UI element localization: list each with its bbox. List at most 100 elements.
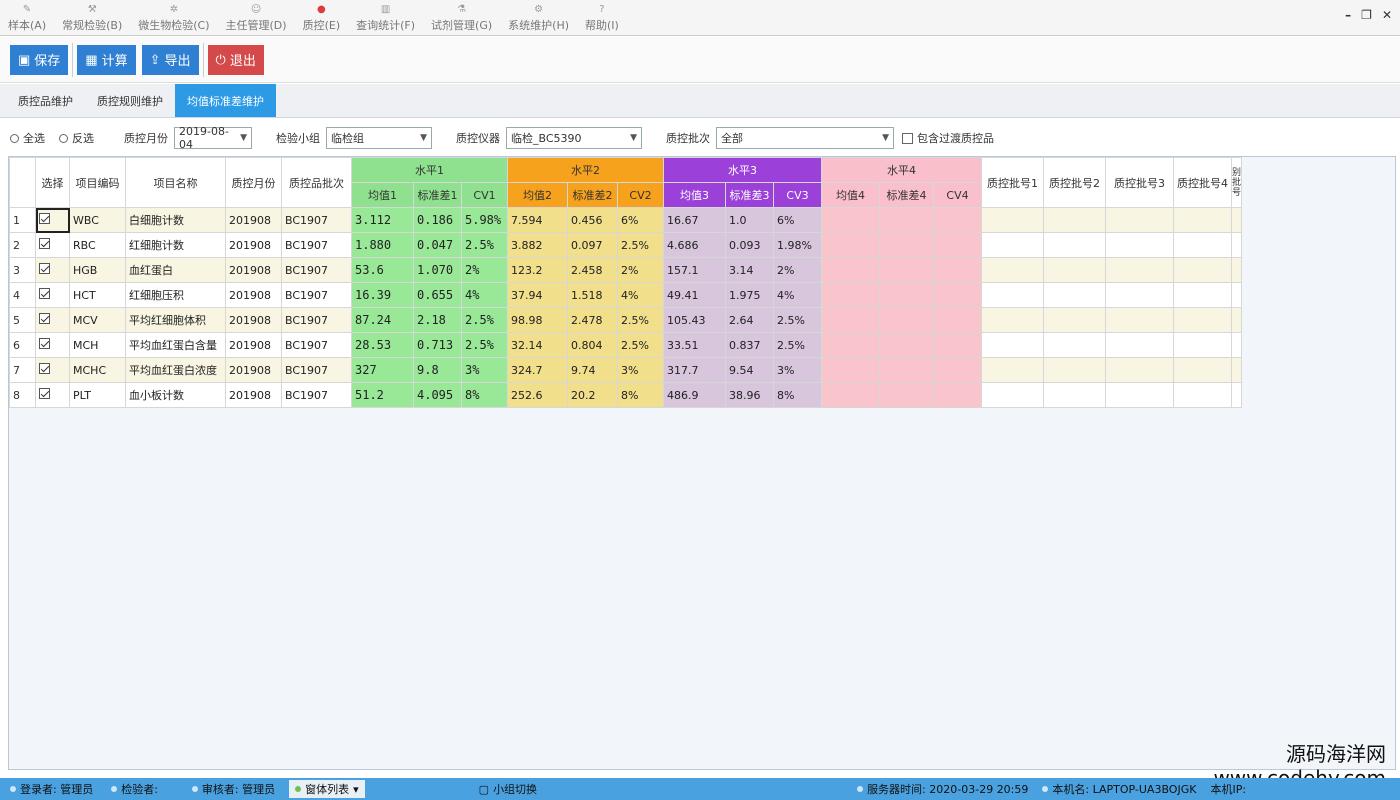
menu-qc[interactable]: ● 质控(E) bbox=[295, 0, 349, 34]
month-cell[interactable]: 201908 bbox=[225, 257, 282, 283]
menu-microbiology[interactable]: ✲ 微生物检验(C) bbox=[130, 0, 217, 34]
sd4-cell[interactable] bbox=[879, 257, 934, 283]
sd1-cell[interactable]: 2.18 bbox=[413, 307, 462, 333]
name-cell[interactable]: 平均红细胞体积 bbox=[125, 307, 226, 333]
lot2-cell[interactable] bbox=[1043, 257, 1106, 283]
mean4-cell[interactable] bbox=[821, 382, 880, 408]
code-cell[interactable]: WBC bbox=[69, 207, 126, 233]
row-checkbox[interactable] bbox=[39, 288, 50, 299]
extra-cell[interactable] bbox=[1230, 307, 1243, 333]
mean3-cell[interactable]: 105.43 bbox=[663, 307, 726, 333]
cv1-cell[interactable]: 2% bbox=[461, 257, 508, 283]
row-number-cell[interactable]: 8 bbox=[9, 382, 36, 408]
export-button[interactable]: ⇪ 导出 bbox=[141, 44, 199, 75]
mean4-cell[interactable] bbox=[821, 282, 880, 308]
code-cell[interactable]: HCT bbox=[69, 282, 126, 308]
mean1-cell[interactable]: 53.6 bbox=[351, 257, 414, 283]
mean1-cell[interactable]: 87.24 bbox=[351, 307, 414, 333]
cv4-cell[interactable] bbox=[933, 357, 982, 383]
mean4-cell[interactable] bbox=[821, 257, 880, 283]
extra-cell[interactable] bbox=[1230, 232, 1243, 258]
mean2-cell[interactable]: 252.6 bbox=[507, 382, 568, 408]
lot3-cell[interactable] bbox=[1105, 257, 1174, 283]
menu-system[interactable]: ⚙ 系统维护(H) bbox=[500, 0, 577, 34]
lot2-cell[interactable] bbox=[1043, 382, 1106, 408]
lot2-cell[interactable] bbox=[1043, 357, 1106, 383]
sd4-cell[interactable] bbox=[879, 357, 934, 383]
cv4-cell[interactable] bbox=[933, 307, 982, 333]
lot3-cell[interactable] bbox=[1105, 382, 1174, 408]
cv1-cell[interactable]: 2.5% bbox=[461, 307, 508, 333]
select-all-radio[interactable]: 全选 bbox=[10, 130, 45, 146]
lot2-cell[interactable] bbox=[1043, 282, 1106, 308]
cv2-cell[interactable]: 2.5% bbox=[617, 332, 664, 358]
month-picker[interactable]: 2019-08-04 ▼ bbox=[174, 125, 252, 151]
cv1-cell[interactable]: 3% bbox=[461, 357, 508, 383]
lot4-cell[interactable] bbox=[1173, 257, 1232, 283]
month-cell[interactable]: 201908 bbox=[225, 357, 282, 383]
cv1-cell[interactable]: 5.98% bbox=[461, 207, 508, 233]
lot1-cell[interactable] bbox=[981, 357, 1044, 383]
menu-reagent[interactable]: ⚗ 试剂管理(G) bbox=[423, 0, 500, 34]
cv2-cell[interactable]: 2.5% bbox=[617, 307, 664, 333]
name-cell[interactable]: 平均血红蛋白浓度 bbox=[125, 357, 226, 383]
menu-director[interactable]: ☺ 主任管理(D) bbox=[218, 0, 295, 34]
extra-cell[interactable] bbox=[1230, 382, 1243, 408]
sd3-cell[interactable]: 1.975 bbox=[725, 282, 774, 308]
lot3-cell[interactable] bbox=[1105, 207, 1174, 233]
mean1-cell[interactable]: 16.39 bbox=[351, 282, 414, 308]
lot2-cell[interactable] bbox=[1043, 232, 1106, 258]
table-row[interactable]: 3 HGB 血红蛋白 201908 BC1907 53.6 1.070 2% 123.2 2.45… bbox=[9, 257, 1243, 283]
sd2-cell[interactable]: 0.804 bbox=[567, 332, 618, 358]
row-number-cell[interactable]: 1 bbox=[9, 207, 36, 233]
batch-cell[interactable]: BC1907 bbox=[281, 382, 352, 408]
code-cell[interactable]: MCV bbox=[69, 307, 126, 333]
lot1-cell[interactable] bbox=[981, 207, 1044, 233]
code-cell[interactable]: RBC bbox=[69, 232, 126, 258]
tab-qc-rules[interactable]: 质控规则维护 bbox=[85, 84, 175, 117]
sd4-cell[interactable] bbox=[879, 332, 934, 358]
sd4-cell[interactable] bbox=[879, 307, 934, 333]
row-checkbox[interactable] bbox=[39, 238, 50, 249]
row-checkbox[interactable] bbox=[39, 363, 50, 374]
mean3-cell[interactable]: 4.686 bbox=[663, 232, 726, 258]
name-cell[interactable]: 平均血红蛋白含量 bbox=[125, 332, 226, 358]
extra-cell[interactable] bbox=[1230, 207, 1243, 233]
mean2-cell[interactable]: 123.2 bbox=[507, 257, 568, 283]
calculate-button[interactable]: ▦ 计算 bbox=[77, 44, 136, 75]
mean3-cell[interactable]: 486.9 bbox=[663, 382, 726, 408]
save-button[interactable]: ▣ 保存 bbox=[10, 44, 69, 75]
row-number-cell[interactable]: 6 bbox=[9, 332, 36, 358]
batch-cell[interactable]: BC1907 bbox=[281, 307, 352, 333]
month-cell[interactable]: 201908 bbox=[225, 282, 282, 308]
cv3-cell[interactable]: 4% bbox=[773, 282, 822, 308]
lot4-cell[interactable] bbox=[1173, 332, 1232, 358]
cv3-cell[interactable]: 2% bbox=[773, 257, 822, 283]
cv3-cell[interactable]: 2.5% bbox=[773, 332, 822, 358]
cv2-cell[interactable]: 2.5% bbox=[617, 232, 664, 258]
batch-select[interactable]: 全部 ▼ bbox=[716, 127, 894, 149]
cv4-cell[interactable] bbox=[933, 382, 982, 408]
lot2-cell[interactable] bbox=[1043, 307, 1106, 333]
sd2-cell[interactable]: 0.097 bbox=[567, 232, 618, 258]
cv1-cell[interactable]: 4% bbox=[461, 282, 508, 308]
table-row[interactable]: 5 MCV 平均红细胞体积 201908 BC1907 87.24 2.18 2.5% 98.9… bbox=[9, 307, 1243, 333]
batch-cell[interactable]: BC1907 bbox=[281, 332, 352, 358]
mean4-cell[interactable] bbox=[821, 207, 880, 233]
sd3-cell[interactable]: 1.0 bbox=[725, 207, 774, 233]
extra-cell[interactable] bbox=[1230, 257, 1243, 283]
code-cell[interactable]: PLT bbox=[69, 382, 126, 408]
lot4-cell[interactable] bbox=[1173, 207, 1232, 233]
lot3-cell[interactable] bbox=[1105, 232, 1174, 258]
cv1-cell[interactable]: 2.5% bbox=[461, 232, 508, 258]
cv3-cell[interactable]: 2.5% bbox=[773, 307, 822, 333]
mean1-cell[interactable]: 51.2 bbox=[351, 382, 414, 408]
table-row[interactable]: 6 MCH 平均血红蛋白含量 201908 BC1907 28.53 0.713 2.5% 32… bbox=[9, 332, 1243, 358]
mean3-cell[interactable]: 16.67 bbox=[663, 207, 726, 233]
group-switch-button[interactable]: ▢ 小组切换 bbox=[479, 781, 537, 797]
table-row[interactable]: 8 PLT 血小板计数 201908 BC1907 51.2 4.095 8% 252.6 20.… bbox=[9, 382, 1243, 408]
sd1-cell[interactable]: 0.186 bbox=[413, 207, 462, 233]
mean1-cell[interactable]: 327 bbox=[351, 357, 414, 383]
mean3-cell[interactable]: 157.1 bbox=[663, 257, 726, 283]
sd3-cell[interactable]: 0.093 bbox=[725, 232, 774, 258]
